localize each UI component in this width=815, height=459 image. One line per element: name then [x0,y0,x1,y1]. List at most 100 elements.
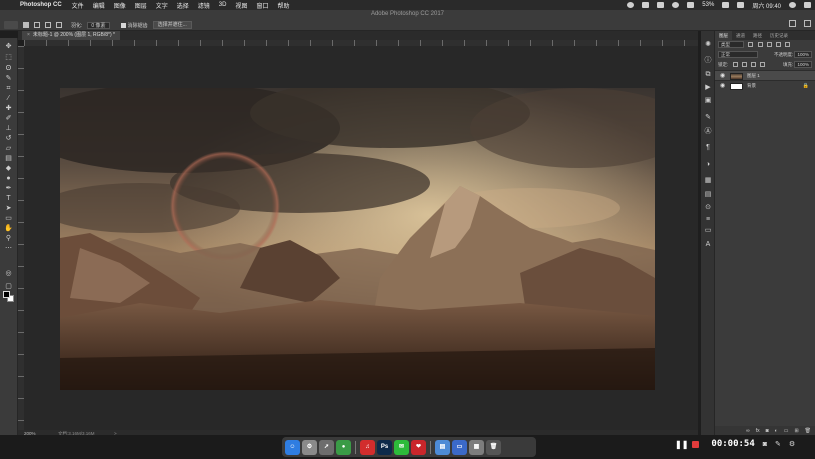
eye-icon[interactable]: ◉ [720,81,725,91]
dock-folder-icon[interactable]: ▤ [435,439,450,455]
lock-all-icon[interactable] [760,62,766,68]
screen-mode-icon[interactable]: ▢ [4,283,13,290]
stop-recording-icon[interactable] [692,440,700,448]
foreground-color-swatch[interactable] [3,291,10,298]
info-panel-icon[interactable]: ⓘ [704,57,712,64]
battery-icon[interactable] [722,2,730,8]
brush-panel-icon[interactable]: ✎ [704,114,712,121]
workspace-icon[interactable] [804,20,811,27]
wechat-status-icon[interactable] [627,2,635,8]
crop-tool-icon[interactable]: ⌗ [4,85,13,92]
settings-icon[interactable]: ⚙ [789,440,795,448]
dock-keynote-icon[interactable]: ▭ [452,439,467,455]
fill-input[interactable]: 100% [794,61,812,69]
menubar-clock[interactable]: 周六 09:40 [752,1,781,10]
tab-channels[interactable]: 通道 [732,31,749,40]
tab-history[interactable]: 历史记录 [766,31,792,40]
camera-icon[interactable]: ◙ [763,441,767,448]
hand-tool-icon[interactable]: ✋ [4,225,13,232]
clone-stamp-tool-icon[interactable]: ⊥ [4,125,13,132]
dock-finder-icon[interactable]: ☺ [285,439,300,455]
dock-gift-app-icon[interactable]: ❤ [411,439,426,455]
lock-transparency-icon[interactable] [732,62,738,68]
dock-wechat-icon[interactable]: ✉ [394,439,409,455]
properties-panel-icon[interactable]: ≡ [704,216,712,223]
pixel-filter-icon[interactable] [748,42,754,48]
canvas-area[interactable] [24,46,698,430]
close-tab-icon[interactable]: × [27,32,30,38]
display-status-icon[interactable] [657,2,665,8]
lasso-tool-icon[interactable]: ʘ [4,65,13,72]
glyphs-panel-icon[interactable]: A [704,241,712,248]
link-layers-icon[interactable]: ∞ [746,428,750,434]
lock-position-icon[interactable] [751,62,757,68]
styles-panel-icon[interactable]: ▦ [704,177,712,184]
tool-preset-picker[interactable] [4,21,18,29]
dock-system-preferences-icon[interactable]: ⚙ [302,439,317,455]
dock-screenshot-icon[interactable]: ▦ [469,439,484,455]
blur-tool-icon[interactable]: ◆ [4,165,13,172]
intersect-selection-icon[interactable] [56,22,62,28]
tab-layers[interactable]: 图层 [715,31,732,40]
delete-layer-icon[interactable]: 🗑 [805,428,811,434]
tab-paths[interactable]: 路径 [749,31,766,40]
quick-mask-icon[interactable]: ◎ [4,270,13,277]
wifi-icon[interactable] [672,2,680,8]
zoom-tool-icon[interactable]: ⚲ [4,235,13,242]
volume-icon[interactable] [687,2,695,8]
history-panel-icon[interactable]: ⧉ [704,71,712,78]
new-group-icon[interactable]: ▭ [784,428,789,434]
brush-tool-icon[interactable]: ✐ [4,115,13,122]
antialias-checkbox[interactable]: 消除锯齿 [120,22,148,29]
layer-row[interactable]: ◉ 图层 1 [715,70,815,80]
app-menu[interactable]: Photoshop CC [20,2,62,8]
select-and-mask-button[interactable]: 选择并遮住... [152,21,192,29]
add-mask-icon[interactable]: ◙ [766,428,769,434]
type-filter-icon[interactable] [766,42,772,48]
add-selection-icon[interactable] [34,22,40,28]
navigator-panel-icon[interactable]: ⊙ [704,204,712,211]
blend-mode-select[interactable]: 正常 [718,51,758,59]
quick-select-tool-icon[interactable]: ✎ [4,75,13,82]
pen-tool-icon[interactable]: ✒ [4,185,13,192]
swatches-panel-icon[interactable]: ▤ [704,191,712,198]
path-selection-tool-icon[interactable]: ➤ [4,205,13,212]
document-tab[interactable]: × 未标题-1 @ 200% (图层 1, RGB/8*) * [22,31,120,40]
smart-object-filter-icon[interactable] [785,42,791,48]
color-panel-icon[interactable]: ✺ [704,41,712,48]
layer-style-icon[interactable]: fx [756,428,760,434]
new-adjustment-icon[interactable]: ◐ [775,428,778,434]
menu-view[interactable]: 视图 [235,1,247,10]
menu-type[interactable]: 文字 [156,1,168,10]
dock-trash-icon[interactable]: 🗑 [486,439,501,455]
type-tool-icon[interactable]: T [4,195,13,202]
adjustments-panel-icon[interactable]: ◑ [704,161,712,168]
marquee-tool-icon[interactable]: ⬚ [4,54,13,61]
input-source-icon[interactable] [737,2,745,8]
battery-percent[interactable]: 53% [702,2,714,8]
edit-toolbar-icon[interactable]: ⋯ [4,245,13,252]
menu-help[interactable]: 帮助 [277,1,289,10]
character-panel-icon[interactable]: Ⓐ [704,128,712,135]
move-tool-icon[interactable]: ✥ [4,43,13,50]
menu-window[interactable]: 窗口 [256,1,268,10]
actions-panel-icon[interactable]: ▶ [704,84,712,91]
layer-kind-filter[interactable]: 类型 [718,41,744,49]
dock-netease-music-icon[interactable]: ♫ [360,439,375,455]
feather-input[interactable]: 0 像素 [87,21,110,29]
menu-3d[interactable]: 3D [219,2,227,8]
notification-center-icon[interactable] [804,2,811,8]
dock-photoshop-icon[interactable]: Ps [377,439,392,455]
subtract-selection-icon[interactable] [45,22,51,28]
pen-annotate-icon[interactable]: ✎ [775,440,781,448]
layer-row[interactable]: ◉ 背景 🔒 [715,80,815,90]
history-brush-tool-icon[interactable]: ↺ [4,135,13,142]
new-layer-icon[interactable]: ⊞ [794,428,798,434]
rectangle-tool-icon[interactable]: ▭ [4,215,13,222]
menu-filter[interactable]: 滤镜 [198,1,210,10]
eyedropper-tool-icon[interactable]: ⁄ [4,95,13,102]
new-selection-icon[interactable] [23,22,29,28]
mountain-artwork[interactable] [60,88,655,390]
spotlight-icon[interactable] [789,2,796,8]
lock-pixels-icon[interactable] [741,62,747,68]
